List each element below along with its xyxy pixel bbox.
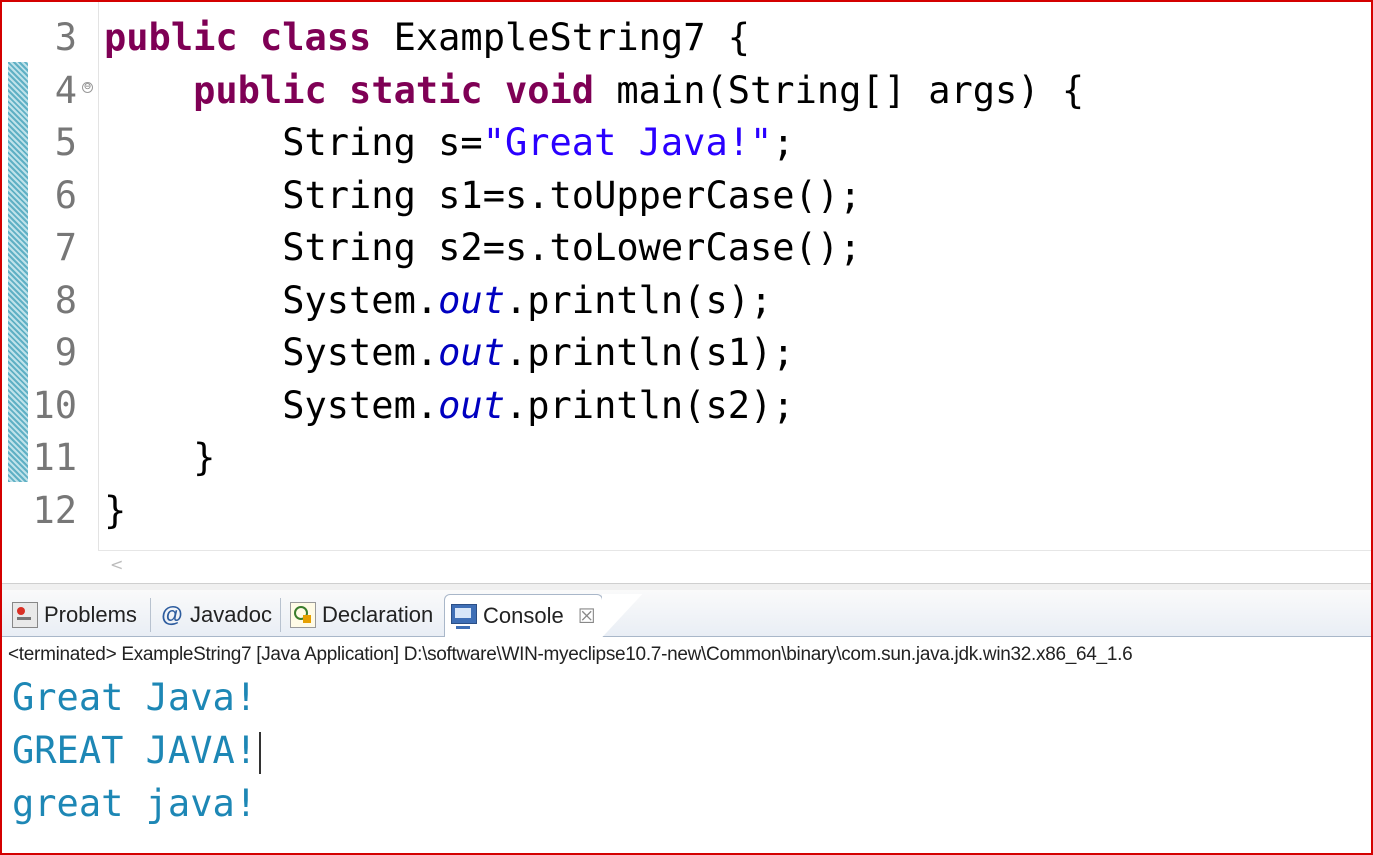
keyword-token: public xyxy=(104,16,238,59)
code-text: System.out.println(s1); xyxy=(104,327,795,379)
tab-label: Console xyxy=(483,603,564,628)
tab-divider xyxy=(280,598,281,632)
code-line[interactable]: 5 String s="Great Java!"; xyxy=(2,117,1367,169)
line-number: 11 xyxy=(32,436,77,479)
keyword-token: void xyxy=(504,68,595,112)
console-icon xyxy=(451,604,477,629)
problems-icon xyxy=(12,602,38,628)
scroll-left-icon[interactable]: < xyxy=(110,555,123,574)
code-token: ; xyxy=(772,121,795,164)
horizontal-scrollbar[interactable]: < xyxy=(98,550,1371,581)
code-text: public class ExampleString7 { xyxy=(104,12,750,64)
static-field-token: out xyxy=(438,278,505,322)
line-number: 3 xyxy=(54,16,77,59)
line-number: 7 xyxy=(54,226,77,269)
code-line[interactable]: 7 String s2=s.toLowerCase(); xyxy=(2,222,1367,274)
line-number: 6 xyxy=(54,173,77,217)
code-line[interactable]: 12} xyxy=(2,485,1367,537)
line-number: 9 xyxy=(54,331,77,374)
string-literal: "Great Java!" xyxy=(482,121,773,164)
code-token: .println(s1); xyxy=(504,331,795,374)
code-line[interactable]: 3 public class ExampleString7 { xyxy=(2,12,1367,64)
code-token: System. xyxy=(104,278,439,322)
code-token: String s2=s.toLowerCase(); xyxy=(104,226,862,269)
code-text: System.out.println(s2); xyxy=(104,380,795,432)
code-line[interactable]: 8 System.out.println(s); xyxy=(2,275,1367,327)
line-number: 8 xyxy=(54,278,77,322)
code-token: .println(s2); xyxy=(504,383,795,427)
static-field-token: out xyxy=(438,383,505,427)
code-line[interactable]: 11 } xyxy=(2,432,1367,484)
keyword-token: static xyxy=(349,68,483,112)
tab-declaration[interactable]: Declaration xyxy=(284,594,439,636)
text-caret xyxy=(259,731,262,774)
console-output-line[interactable]: GREAT JAVA! xyxy=(12,725,262,777)
code-text: public static void main(String[] args) { xyxy=(104,65,1084,117)
code-text: String s2=s.toLowerCase(); xyxy=(104,222,861,274)
javadoc-icon: @ xyxy=(161,602,183,627)
code-editor[interactable]: 3 public class ExampleString7 {4 public s… xyxy=(2,2,1371,550)
code-token: String s= xyxy=(104,121,483,164)
screenshot-frame: 3 public class ExampleString7 {4 public s… xyxy=(0,0,1373,855)
tab-console[interactable]: Console ☒ xyxy=(444,594,642,637)
code-line[interactable]: 4 public static void main(String[] args)… xyxy=(2,65,1367,117)
code-token: ExampleString7 { xyxy=(371,16,751,59)
tab-label: Javadoc xyxy=(190,602,272,627)
line-number: 10 xyxy=(32,383,77,427)
line-number: 4 xyxy=(54,68,77,112)
code-line[interactable]: 10 System.out.println(s2); xyxy=(2,380,1367,432)
console-output-line[interactable]: great java! xyxy=(12,778,257,830)
code-token: System. xyxy=(104,331,439,374)
line-number: 12 xyxy=(32,488,77,532)
tab-problems[interactable]: Problems xyxy=(6,594,143,636)
code-text: } xyxy=(104,432,215,484)
code-line[interactable]: 6 String s1=s.toUpperCase(); xyxy=(2,170,1367,222)
code-token: String s1=s.toUpperCase(); xyxy=(104,173,862,217)
tab-label: Problems xyxy=(44,602,137,627)
tab-label: Declaration xyxy=(322,602,434,627)
close-icon[interactable]: ☒ xyxy=(578,604,596,629)
code-token: main(String[] args) { xyxy=(594,68,1085,112)
keyword-token: public xyxy=(193,68,327,112)
tab-divider xyxy=(150,598,151,632)
declaration-icon xyxy=(290,602,316,628)
code-token: } xyxy=(104,436,216,479)
code-text: String s="Great Java!"; xyxy=(104,117,795,169)
code-token: .println(s); xyxy=(504,278,773,322)
console-output-line[interactable]: Great Java! xyxy=(12,672,257,724)
tab-javadoc[interactable]: @ Javadoc xyxy=(154,594,278,636)
code-text: String s1=s.toUpperCase(); xyxy=(104,170,861,222)
static-field-token: out xyxy=(438,331,505,374)
code-token: System. xyxy=(104,383,439,427)
code-token: } xyxy=(104,488,127,532)
line-number: 5 xyxy=(54,121,77,164)
view-tab-bar: Problems @ Javadoc Declaration Console ☒ xyxy=(2,590,1371,637)
code-text: System.out.println(s); xyxy=(104,275,772,327)
code-line[interactable]: 9 System.out.println(s1); xyxy=(2,327,1367,379)
fold-toggle-icon[interactable]: ⊖ xyxy=(82,82,93,93)
code-text: } xyxy=(104,485,126,537)
keyword-token: class xyxy=(259,16,372,59)
console-status-line: <terminated> ExampleString7 [Java Applic… xyxy=(8,644,1133,665)
